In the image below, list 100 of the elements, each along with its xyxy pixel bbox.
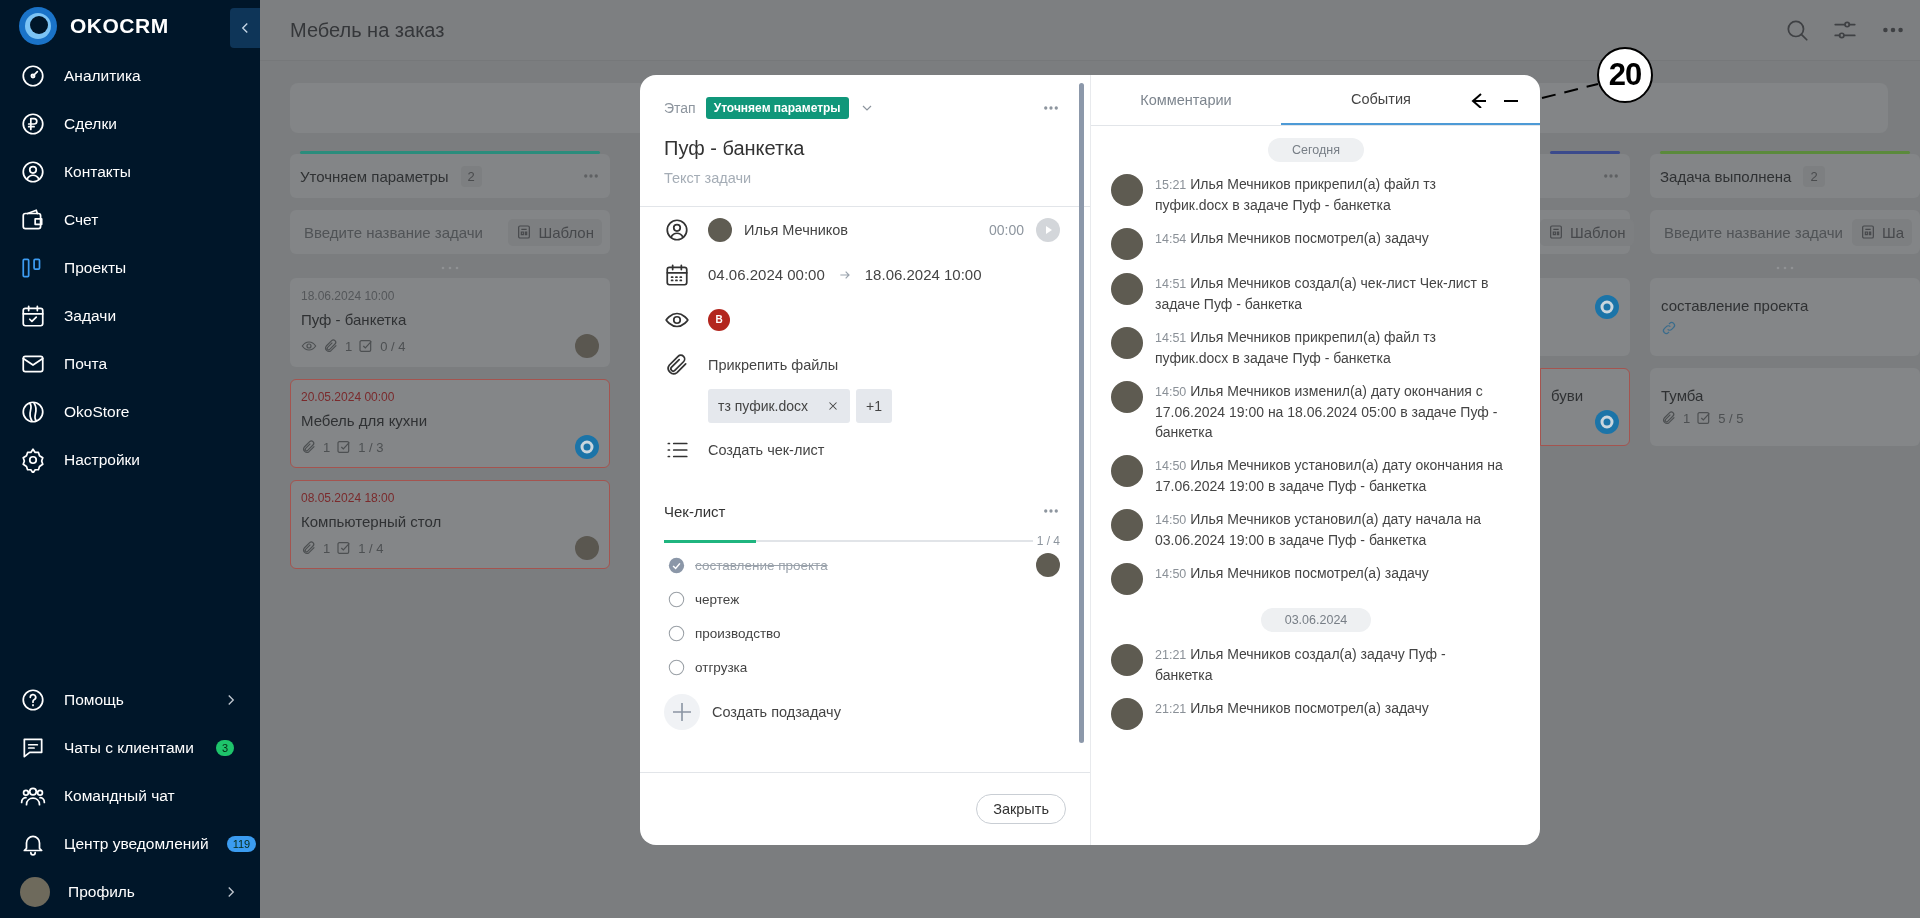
sidebar-item[interactable]: OkoStore: [0, 388, 260, 436]
sidebar-item[interactable]: Почта: [0, 340, 260, 388]
avatar-photo: [1111, 174, 1143, 206]
card-title: Пуф - банкетка: [301, 311, 408, 328]
sidebar-item[interactable]: Центр уведомлений 119: [0, 820, 260, 868]
profile-item[interactable]: Профиль: [0, 868, 260, 916]
event-text: 14:50 Илья Мечников изменил(а) дату окончания с 17.06.2024 19:00 на 18.06.2024 05:00 в задаче Пуф - банкетка: [1155, 382, 1499, 442]
avatar-photo: [708, 217, 732, 242]
timer-text: 00:00: [988, 221, 1024, 238]
sidebar-item[interactable]: Настройки: [0, 436, 260, 484]
checklist-title: Чек-лист: [664, 502, 726, 520]
column-title: Уточняем параметры: [300, 167, 449, 185]
card-title: Компьютерный стол: [301, 513, 443, 530]
sidebar-item[interactable]: Проекты: [0, 244, 260, 292]
sidebar-item[interactable]: Аналитика: [0, 52, 260, 100]
checklist-count: 1 / 4: [1036, 534, 1060, 548]
column-title: Задача выполнена: [1660, 167, 1792, 185]
collapse-button[interactable]: [230, 8, 260, 48]
tab[interactable]: События: [1281, 75, 1540, 125]
paperclip-icon: [301, 439, 317, 455]
task-card[interactable]: буви: [1540, 368, 1630, 446]
card-title: Тумба: [1661, 387, 1705, 404]
stage-label: Этап: [664, 100, 696, 116]
date-divider: Сегодня: [1268, 138, 1364, 162]
sidebar-item[interactable]: Задачи: [0, 292, 260, 340]
sidebar-item[interactable]: Счет: [0, 196, 260, 244]
stage-tag[interactable]: Уточняем параметры: [705, 97, 849, 119]
start-date[interactable]: 04.06.2024 00:00: [708, 266, 825, 283]
ring-icon: [1595, 410, 1619, 434]
sidebar-item[interactable]: Сделки: [0, 100, 260, 148]
avatar-photo: [1111, 644, 1143, 676]
checklist-item-text[interactable]: производство: [695, 625, 781, 641]
avatar-photo: [1111, 327, 1143, 359]
user-circle-icon: [664, 216, 690, 243]
attach-files-link[interactable]: Прикрепить файлы: [708, 356, 839, 373]
calendar-icon: [664, 261, 690, 288]
card-title: составление проекта: [1661, 297, 1810, 314]
checkbox-icon: [336, 439, 353, 455]
template-icon: [516, 224, 533, 240]
checkbox-circle[interactable]: [668, 624, 685, 642]
chat-icon: [20, 735, 46, 761]
template-icon: [1859, 224, 1876, 240]
checkbox-icon: [336, 540, 353, 556]
checked-circle[interactable]: [668, 556, 685, 574]
checkbox-circle[interactable]: [668, 658, 685, 676]
date-divider: 03.06.2024: [1260, 608, 1372, 632]
event-text: 15:21 Илья Мечников прикрепил(а) файл тз пуфик.docx в задаче Пуф - банкетка: [1155, 175, 1438, 215]
avatar-photo: [1111, 455, 1143, 487]
logo-text: OKOCRM: [70, 14, 169, 38]
template-icon: [1548, 224, 1564, 240]
help-icon: [20, 687, 46, 713]
count-badge: 3: [215, 740, 234, 756]
card-title: буви: [1551, 387, 1585, 404]
ring-icon: [1595, 295, 1619, 319]
event-text: 14:51 Илья Мечников прикрепил(а) файл тз пуфик.docx в задаче Пуф - банкетка: [1155, 328, 1438, 368]
sidebar-item[interactable]: Помощь: [0, 676, 260, 724]
checklist-item-text[interactable]: чертеж: [695, 591, 740, 607]
event-text: 14:50 Илья Мечников установил(а) дату начала на 03.06.2024 19:00 в задаче Пуф - банкетка: [1155, 510, 1483, 550]
sidebar-item[interactable]: Контакты: [0, 148, 260, 196]
description-field[interactable]: Текст задачи: [664, 170, 1060, 186]
task-title[interactable]: Пуф - банкетка: [664, 137, 1060, 160]
play-button[interactable]: [1036, 217, 1060, 242]
logo-icon: [18, 6, 58, 46]
avatar-photo: [575, 536, 599, 560]
checkbox-circle[interactable]: [668, 590, 685, 608]
card-date: 20.05.2024 00:00: [301, 390, 396, 404]
paperclip-icon: [323, 338, 339, 354]
ring-icon: [575, 435, 599, 459]
close-button[interactable]: Закрыть: [976, 794, 1066, 824]
file-chip[interactable]: тз пуфик.docx: [708, 389, 851, 423]
add-subtask-icon[interactable]: [664, 694, 700, 730]
page-title: Мебель на заказ: [290, 18, 446, 42]
create-subtask-link[interactable]: Создать подзадачу: [712, 704, 841, 720]
assignee-name[interactable]: Илья Мечников: [744, 221, 849, 238]
avatar-photo: [575, 334, 599, 358]
count-badge: 119: [226, 836, 257, 852]
paperclip-icon: [301, 540, 317, 556]
scrollbar[interactable]: [1079, 83, 1084, 743]
create-checklist-link[interactable]: Создать чек-лист: [708, 441, 825, 458]
task-card[interactable]: [1540, 278, 1630, 356]
event-text: 14:50 Илья Мечников посмотрел(а) задачу: [1155, 564, 1430, 583]
avatar-photo: [1111, 698, 1143, 730]
more-files-button[interactable]: +1: [856, 389, 893, 423]
tab[interactable]: Комментарии: [1091, 75, 1281, 125]
avatar-photo: [1111, 228, 1143, 260]
event-text: 14:50 Илья Мечников установил(а) дату окончания на 17.06.2024 19:00 в задаче Пуф - банкетка: [1155, 456, 1504, 496]
event-text: 14:54 Илья Мечников посмотрел(а) задачу: [1155, 229, 1430, 248]
avatar-photo: [1111, 563, 1143, 595]
task-card[interactable]: составление проекта: [1650, 278, 1920, 356]
sidebar-item[interactable]: Чаты с клиентами 3: [0, 724, 260, 772]
watcher-avatar[interactable]: В: [708, 308, 730, 331]
avatar-photo: [1111, 509, 1143, 541]
end-date[interactable]: 18.06.2024 10:00: [864, 266, 982, 283]
card-date: 08.05.2024 18:00: [301, 491, 396, 505]
paperclip-icon: [1661, 410, 1677, 426]
checkbox-icon: [1696, 410, 1713, 426]
checklist-item-text[interactable]: отгрузка: [695, 659, 748, 675]
event-text: 21:21 Илья Мечников создал(а) задачу Пуф - банкетка: [1155, 645, 1447, 685]
avatar-photo: [1111, 273, 1143, 305]
sidebar-item[interactable]: Командный чат: [0, 772, 260, 820]
